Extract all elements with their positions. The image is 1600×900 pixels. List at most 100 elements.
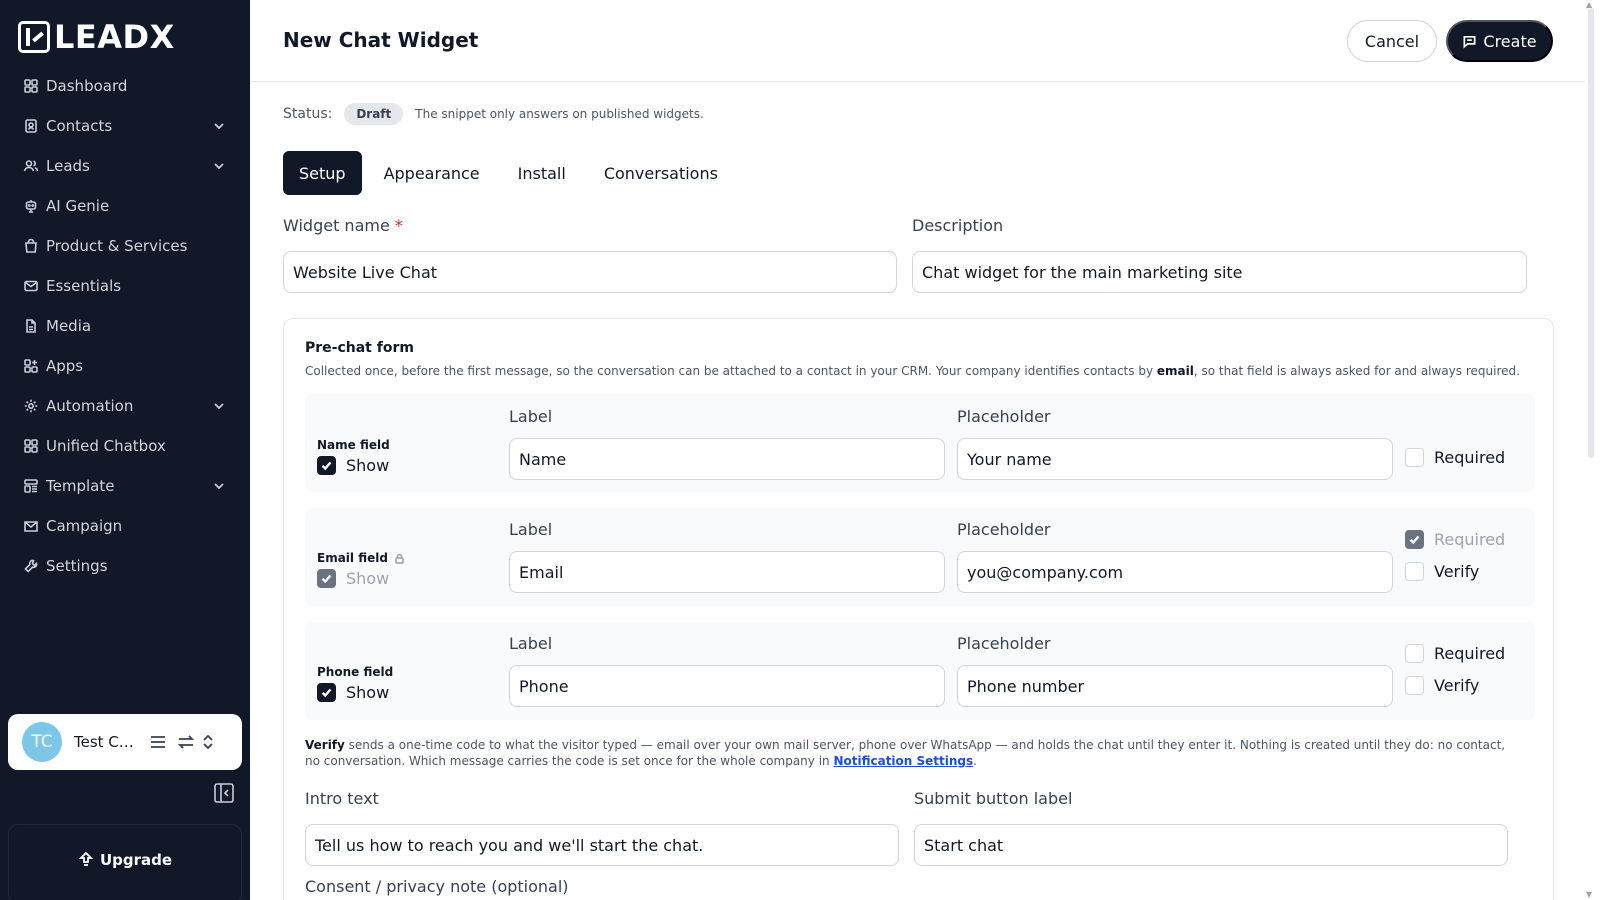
logo-mark-icon [18, 21, 50, 53]
name-label-input[interactable]: Name [509, 438, 945, 480]
email-field-row: Email field Show Label Email Placeholder… [305, 508, 1535, 606]
placeholder-header: Placeholder [957, 407, 1051, 426]
prechat-desc-bold: email [1156, 364, 1194, 378]
status-badge: Draft [344, 103, 404, 125]
sidebar-item-media[interactable]: Media [0, 306, 250, 346]
sidebar-item-campaign[interactable]: Campaign [0, 506, 250, 546]
sidebar-item-label: Campaign [46, 517, 123, 535]
phone-placeholder-input[interactable]: Phone number [957, 665, 1393, 707]
menu-icon[interactable] [148, 732, 168, 752]
checkbox-checked-icon [317, 456, 336, 475]
phone-required-checkbox[interactable]: Required [1405, 644, 1505, 663]
widget-name-input[interactable]: Website Live Chat [283, 251, 897, 293]
upgrade-label: Upgrade [99, 851, 173, 869]
widget-name-label: Widget name * [283, 216, 403, 235]
tab-appearance[interactable]: Appearance [368, 151, 496, 195]
chatbox-grid-icon [22, 437, 40, 455]
name-placeholder-input[interactable]: Your name [957, 438, 1393, 480]
prechat-desc-text: Collected once, before the first message… [305, 364, 1157, 378]
email-label-input[interactable]: Email [509, 551, 945, 593]
chat-icon [1463, 35, 1476, 48]
intro-text-input[interactable]: Tell us how to reach you and we'll start… [305, 824, 899, 866]
tab-setup[interactable]: Setup [283, 151, 362, 195]
phone-field-title: Phone field [317, 665, 394, 679]
tab-install[interactable]: Install [502, 151, 582, 195]
placeholder-header: Placeholder [957, 634, 1051, 653]
prechat-desc-text-end: , so that field is always asked for and … [1193, 364, 1520, 378]
users-icon [22, 157, 40, 175]
sidebar-item-leads[interactable]: Leads [0, 146, 250, 186]
robot-icon [22, 197, 40, 215]
prechat-description: Collected once, before the first message… [305, 364, 1535, 378]
required-label: Required [1434, 644, 1506, 663]
account-switcher[interactable]: TC Test Co... [8, 714, 242, 770]
notification-settings-link[interactable]: Notification Settings [833, 754, 973, 768]
sidebar-item-dashboard[interactable]: Dashboard [0, 66, 250, 106]
show-label: Show [346, 569, 390, 588]
show-label: Show [346, 456, 390, 475]
sidebar-item-settings[interactable]: Settings [0, 546, 250, 586]
lock-icon [395, 553, 404, 564]
sidebar-item-automation[interactable]: Automation [0, 386, 250, 426]
cancel-button[interactable]: Cancel [1347, 20, 1437, 62]
sidebar-item-contacts[interactable]: Contacts [0, 106, 250, 146]
sidebar-collapse-icon[interactable] [213, 782, 235, 804]
shopping-bag-icon [22, 237, 40, 255]
file-icon [22, 317, 40, 335]
description-label: Description [912, 216, 1004, 235]
page-scrollbar[interactable] [1588, 8, 1594, 458]
verify-label: Verify [1434, 676, 1480, 695]
name-show-checkbox[interactable]: Show [317, 456, 389, 475]
apps-grid-icon [22, 357, 40, 375]
brand-logo[interactable]: LEADX [18, 18, 175, 56]
checkbox-unchecked-icon [1405, 644, 1424, 663]
scroll-down-arrow-icon[interactable]: ▼ [1586, 890, 1592, 899]
tab-bar: Setup Appearance Install Conversations [283, 151, 734, 195]
show-label: Show [346, 683, 390, 702]
checkbox-disabled-checked-icon [1405, 530, 1424, 549]
sidebar-item-unified-chatbox[interactable]: Unified Chatbox [0, 426, 250, 466]
sidebar-item-label: Leads [46, 157, 90, 175]
template-icon [22, 477, 40, 495]
sidebar-item-apps[interactable]: Apps [0, 346, 250, 386]
mail-icon [22, 277, 40, 295]
email-placeholder-input[interactable]: you@company.com [957, 551, 1393, 593]
intro-text-label: Intro text [305, 789, 379, 808]
verify-label: Verify [1434, 562, 1480, 581]
submit-button-label-input[interactable]: Start chat [914, 824, 1508, 866]
chevron-down-icon[interactable] [212, 399, 226, 413]
chevron-down-icon[interactable] [212, 479, 226, 493]
tab-conversations[interactable]: Conversations [588, 151, 734, 195]
name-required-checkbox[interactable]: Required [1405, 448, 1505, 467]
upgrade-button[interactable]: Upgrade [8, 824, 242, 900]
email-verify-checkbox[interactable]: Verify [1405, 562, 1479, 581]
chevron-up-down-icon[interactable] [198, 732, 218, 752]
chevron-down-icon[interactable] [212, 119, 226, 133]
status-row: Status: Draft The snippet only answers o… [283, 103, 704, 125]
verify-note-end: . [973, 754, 977, 768]
phone-label-input[interactable]: Phone [509, 665, 945, 707]
sidebar-item-label: Template [46, 477, 115, 495]
email-required-checkbox: Required [1405, 530, 1505, 549]
sidebar-item-product-services[interactable]: Product & Services [0, 226, 250, 266]
page-title: New Chat Widget [283, 28, 479, 52]
sidebar-item-template[interactable]: Template [0, 466, 250, 506]
required-label: Required [1434, 448, 1506, 467]
sidebar-nav: Dashboard Contacts Leads AI Genie Produc… [0, 66, 250, 586]
required-mark: * [394, 216, 403, 235]
sidebar-item-label: AI Genie [46, 197, 110, 215]
checkbox-unchecked-icon [1405, 676, 1424, 695]
email-show-checkbox: Show [317, 569, 389, 588]
sidebar-item-ai-genie[interactable]: AI Genie [0, 186, 250, 226]
sidebar-item-essentials[interactable]: Essentials [0, 266, 250, 306]
dashboard-grid-icon [22, 77, 40, 95]
description-input[interactable]: Chat widget for the main marketing site [912, 251, 1527, 293]
create-button[interactable]: Create [1446, 20, 1553, 62]
phone-show-checkbox[interactable]: Show [317, 683, 389, 702]
avatar: TC [22, 722, 62, 762]
chevron-down-icon[interactable] [212, 159, 226, 173]
required-label: Required [1434, 530, 1506, 549]
phone-verify-checkbox[interactable]: Verify [1405, 676, 1479, 695]
wrench-icon [22, 557, 40, 575]
switch-arrows-icon[interactable] [176, 732, 196, 752]
